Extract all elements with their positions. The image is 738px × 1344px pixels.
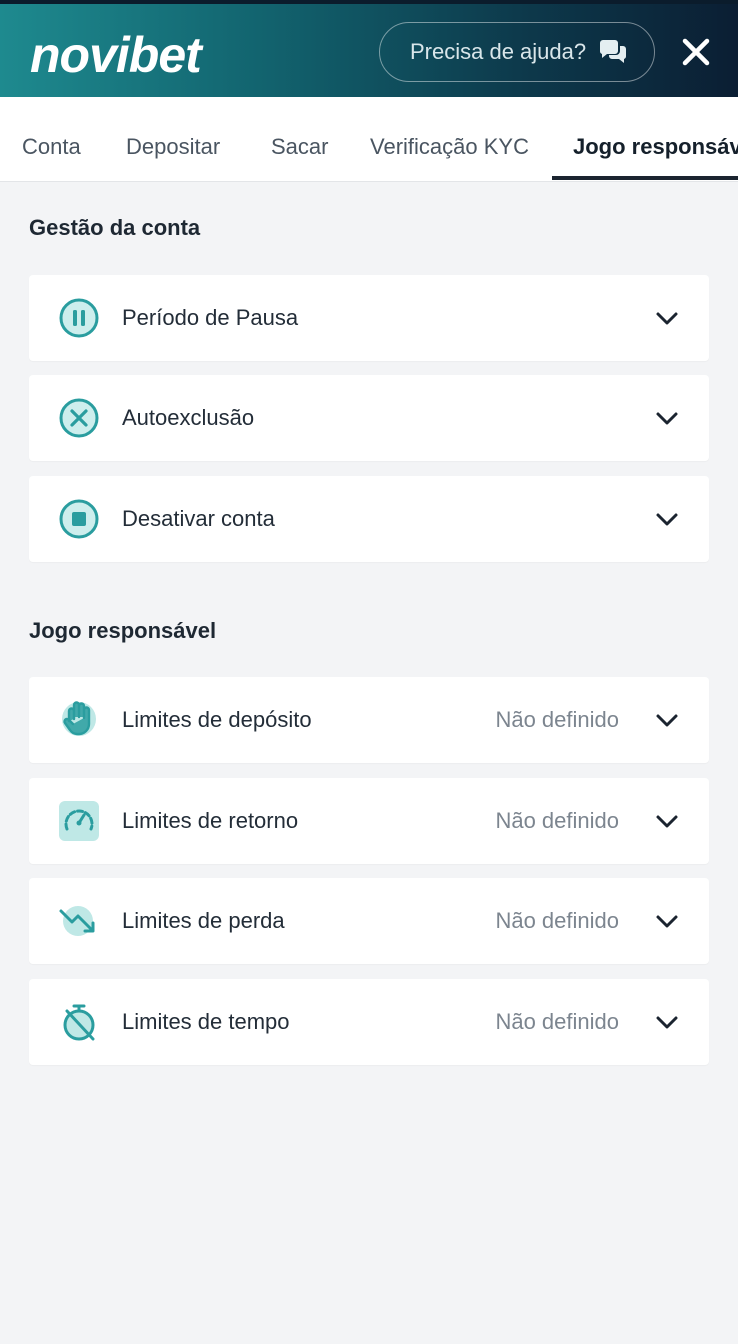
- app-header: novibet Precisa de ajuda?: [0, 0, 738, 97]
- tab-bar: Conta Depositar Sacar Verificação KYC Jo…: [0, 97, 738, 182]
- status-badge: Não definido: [495, 908, 619, 933]
- active-tab-indicator: [552, 176, 738, 180]
- status-badge: Não definido: [495, 707, 619, 732]
- chevron-down-icon[interactable]: [655, 407, 679, 429]
- close-icon[interactable]: [680, 36, 712, 68]
- item-label: Período de Pausa: [122, 305, 299, 330]
- item-label: Limites de depósito: [122, 707, 312, 732]
- item-label: Limites de tempo: [122, 1009, 290, 1034]
- chat-bubbles-icon: [598, 40, 628, 64]
- gauge-icon: [58, 800, 100, 842]
- chevron-down-icon[interactable]: [655, 307, 679, 329]
- chevron-down-icon[interactable]: [655, 709, 679, 731]
- x-circle-icon: [58, 397, 100, 439]
- status-badge: Não definido: [495, 808, 619, 833]
- section-title-responsible: Jogo responsável: [29, 618, 217, 643]
- tab-conta[interactable]: Conta: [22, 97, 81, 181]
- help-button-label: Precisa de ajuda?: [410, 39, 587, 64]
- limit-item-deposit[interactable]: Limites de depósito Não definido: [29, 677, 709, 763]
- tab-verificacao-kyc[interactable]: Verificação KYC: [370, 97, 529, 181]
- tab-jogo-responsavel[interactable]: Jogo responsável: [573, 97, 738, 181]
- hand-icon: [58, 699, 100, 741]
- status-badge: Não definido: [495, 1009, 619, 1034]
- limit-item-time[interactable]: Limites de tempo Não definido: [29, 979, 709, 1065]
- item-label: Autoexclusão: [122, 405, 255, 430]
- help-button[interactable]: Precisa de ajuda?: [379, 22, 655, 82]
- account-item-self-exclusion[interactable]: Autoexclusão: [29, 375, 709, 461]
- timer-off-icon: [58, 1001, 100, 1043]
- chevron-down-icon[interactable]: [655, 1011, 679, 1033]
- chevron-down-icon[interactable]: [655, 508, 679, 530]
- item-label: Limites de retorno: [122, 808, 299, 833]
- tab-sacar[interactable]: Sacar: [271, 97, 328, 181]
- limit-item-return[interactable]: Limites de retorno Não definido: [29, 778, 709, 864]
- account-item-pause[interactable]: Período de Pausa: [29, 275, 709, 361]
- item-label: Desativar conta: [122, 506, 275, 531]
- pause-circle-icon: [58, 297, 100, 339]
- stop-circle-icon: [58, 498, 100, 540]
- chevron-down-icon[interactable]: [655, 910, 679, 932]
- section-title-account: Gestão da conta: [29, 215, 201, 240]
- novibet-logo[interactable]: novibet: [30, 26, 202, 84]
- trending-down-icon: [58, 900, 100, 942]
- account-item-deactivate[interactable]: Desativar conta: [29, 476, 709, 562]
- tab-depositar[interactable]: Depositar: [126, 97, 220, 181]
- limit-item-loss[interactable]: Limites de perda Não definido: [29, 878, 709, 964]
- chevron-down-icon[interactable]: [655, 810, 679, 832]
- item-label: Limites de perda: [122, 908, 285, 933]
